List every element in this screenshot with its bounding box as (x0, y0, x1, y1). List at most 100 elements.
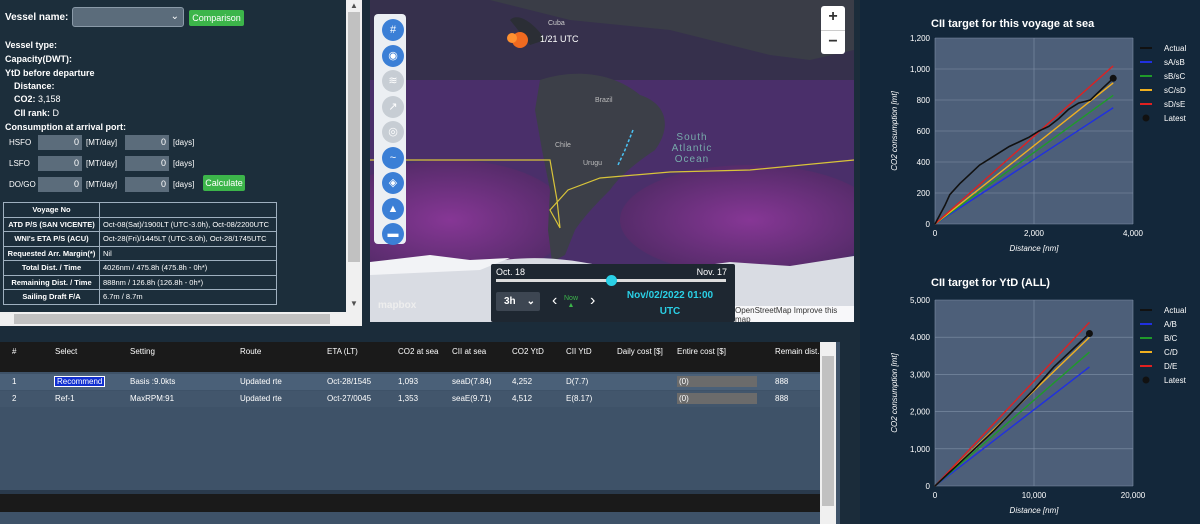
y-tick-label: 0 (926, 220, 931, 229)
table-row[interactable]: 1 Recommend Basis :9.0kts Updated rte Oct-28… (0, 374, 820, 390)
attribution-text: OpenStreetMap (735, 306, 792, 315)
voyage-value: Nil (99, 245, 277, 261)
voyage-table-row: Remaining Dist. / Time 888nm / 126.8h (12… (3, 274, 277, 290)
table-cell-entire: (0) (677, 393, 757, 404)
step-select[interactable]: 3h ⌄ (496, 292, 540, 311)
timeline-datetime: Nov/02/2022 01:00 (626, 290, 714, 301)
voyage-value: 6.7m / 8.7m (99, 289, 277, 305)
pressure-icon[interactable]: ◎ (382, 121, 404, 143)
x-tick-label: 4,000 (1123, 229, 1144, 238)
left-vertical-scrollbar[interactable]: ▲ ▼ (346, 0, 362, 312)
legend-latest-marker (1142, 114, 1150, 122)
fuel-days-input[interactable]: 0 (125, 156, 169, 171)
step-value: 3h (504, 296, 516, 307)
voyage-table-row: Requested Arr. Margin(*) Nil (3, 245, 277, 261)
ytd-cii-chart: 0 1,000 2,000 3,000 4,000 5,000 0 10,000 20,000 D… (890, 296, 1187, 515)
scroll-down-icon[interactable]: ▼ (346, 299, 362, 308)
table-header: # Select Setting Route ETA (LT) CO2 at sea CII… (0, 342, 820, 372)
fuel-mt-input[interactable]: 0 (38, 135, 82, 150)
table-scroll-thumb[interactable] (822, 356, 834, 506)
table-cell-route: Updated rte (240, 394, 282, 403)
hscroll-thumb[interactable] (14, 314, 330, 324)
voyage-table-row: Total Dist. / Time 4026nm / 475.8h (475.8… (3, 260, 277, 276)
latest-point (1109, 74, 1117, 82)
co2-label: CO2: (14, 94, 36, 104)
x-tick-label: 0 (933, 491, 938, 500)
table-cell-select[interactable]: Ref-1 (55, 394, 75, 403)
now-button[interactable]: Now ▲ (564, 295, 578, 309)
fuel-mt-input[interactable]: 0 (38, 156, 82, 171)
cuba-label: Cuba (548, 20, 565, 27)
fuel-mt-input[interactable]: 0 (38, 177, 82, 192)
calculate-button[interactable]: Calculate (203, 175, 245, 191)
voyage-key: Remaining Dist. / Time (3, 274, 100, 290)
voyage-key: Voyage No (3, 202, 100, 218)
map-attribution: OpenStreetMap Improve this map (733, 306, 854, 322)
ocean-label: South Atlantic Ocean (671, 132, 713, 165)
column-header: ETA (LT) (327, 347, 358, 356)
column-header: Setting (130, 347, 155, 356)
timeline-thumb[interactable] (606, 275, 617, 286)
storm-icon[interactable]: ◉ (382, 44, 404, 67)
table-cell-remain: 888 (775, 377, 789, 386)
scroll-thumb[interactable] (348, 12, 360, 262)
zoom-in-button[interactable]: + (821, 6, 845, 30)
wave-icon[interactable]: ~ (382, 146, 404, 169)
days-unit: [days] (173, 159, 195, 168)
mt-unit: [MT/day] (86, 159, 118, 168)
legend-label: Latest (1164, 376, 1187, 385)
chevron-down-icon: ⌄ (526, 296, 535, 307)
table-cell-entire: (0) (677, 376, 757, 387)
chile-label: Chile (555, 142, 571, 149)
voyage-cii-chart: 0 200 400 600 800 1,000 1,200 0 2,000 4,000 Distan… (890, 34, 1187, 253)
voyage-key: Sailing Draft F/A (3, 289, 100, 305)
legend-latest-marker (1142, 376, 1150, 384)
table-row[interactable]: 2 Ref-1 MaxRPM:91 Updated rte Oct-27/0045 1,3… (0, 391, 820, 407)
fuel-days-input[interactable]: 0 (125, 177, 169, 192)
legend-label: B/C (1164, 334, 1178, 343)
table-cell-n: 2 (12, 394, 17, 403)
legend-label: Actual (1164, 44, 1186, 53)
x-tick-label: 10,000 (1022, 491, 1047, 500)
column-header: CO2 YtD (512, 347, 544, 356)
vessel-name-label: Vessel name: (5, 12, 69, 23)
voyage-key: WNI's ETA P/S (ACU) (3, 231, 100, 247)
fuel-days-input[interactable]: 0 (125, 135, 169, 150)
current-icon[interactable]: ↗ (382, 95, 404, 118)
voyage-key: Total Dist. / Time (3, 260, 100, 276)
voyage-table-row: WNI's ETA P/S (ACU) Oct-28(Fri)/1445LT (U… (3, 231, 277, 247)
vessel-name-select[interactable]: ⌄ (72, 7, 184, 27)
comparison-button[interactable]: Comparison (189, 10, 244, 26)
legend-label: D/E (1164, 362, 1177, 371)
voyage-summary-table: Voyage No ATD P/S (SAN VICENTE) Oct-08(Sat… (3, 202, 277, 305)
table-cell-ciisea: seaD(7.84) (452, 377, 492, 386)
table-vertical-scrollbar[interactable] (820, 342, 836, 524)
x-tick-label: 0 (933, 229, 938, 238)
x-tick-label: 2,000 (1024, 229, 1045, 238)
legend-label: A/B (1164, 320, 1177, 329)
co2-value: 3,158 (38, 94, 61, 104)
zoom-out-button[interactable]: − (821, 30, 845, 54)
ship-icon[interactable]: ▬ (382, 223, 404, 245)
sail-icon[interactable]: ▲ (382, 197, 404, 220)
prev-step-button[interactable]: ‹ (552, 292, 557, 310)
chevron-down-icon: ⌄ (170, 11, 179, 22)
timeline-end: Nov. 17 (696, 267, 727, 277)
wind-icon[interactable]: ≋ (382, 70, 404, 92)
now-label: Now (564, 295, 579, 302)
consumption-label: Consumption at arrival port: (5, 122, 127, 132)
layers-icon[interactable]: ◈ (382, 172, 404, 194)
brazil-label: Brazil (595, 97, 613, 104)
column-header: Route (240, 347, 262, 356)
table-cell-route: Updated rte (240, 377, 282, 386)
capacity-label: Capacity(DWT): (5, 54, 72, 64)
table-cell-co2ytd: 4,512 (512, 394, 533, 403)
table-cell-select[interactable]: Recommend (53, 376, 106, 387)
plot-area (934, 299, 1134, 487)
scroll-up-icon[interactable]: ▲ (346, 1, 362, 10)
next-step-button[interactable]: › (590, 292, 595, 310)
left-horizontal-scrollbar[interactable] (0, 312, 362, 326)
y-tick-label: 4,000 (910, 333, 931, 342)
grid-icon[interactable]: # (382, 19, 404, 41)
fuel-name: DO/GO (9, 180, 36, 189)
